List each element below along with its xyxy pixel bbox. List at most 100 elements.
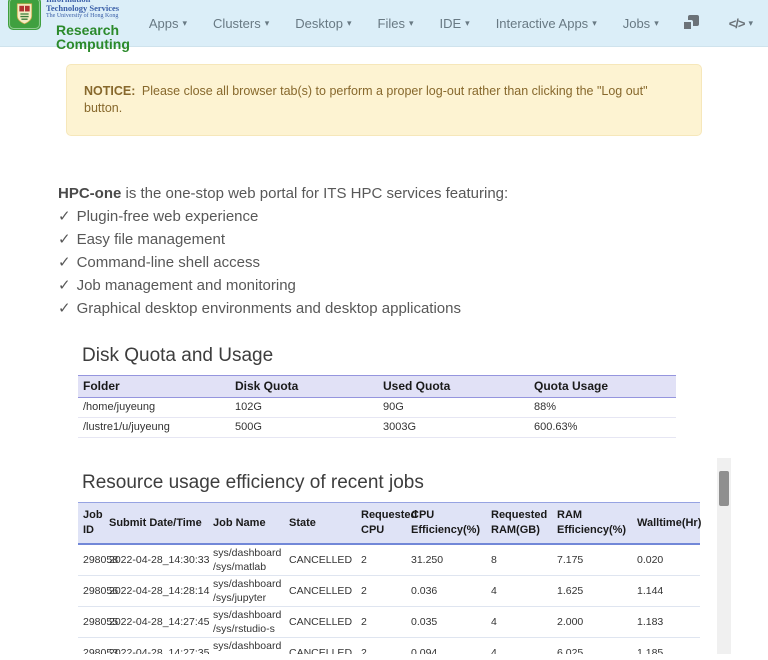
- develop-menu-button[interactable]: </> ▾: [719, 16, 763, 31]
- intro-section: HPC-one is the one-stop web portal for I…: [58, 182, 710, 320]
- table-row: 298055 2022-04-28_14:27:45 sys/dashboard…: [78, 607, 700, 638]
- cell-ram-eff: 1.625: [552, 576, 632, 607]
- nav-item-label: Apps: [149, 16, 179, 31]
- check-icon: ✓: [58, 231, 71, 248]
- cell-state: CANCELLED: [284, 638, 356, 655]
- cell-job-name: sys/dashboard /sys/...: [208, 638, 284, 655]
- col-quota-usage: Quota Usage: [529, 376, 676, 398]
- resource-usage-title: Resource usage efficiency of recent jobs: [82, 472, 731, 494]
- table-row: /lustre1/u/juyeung 500G 3003G 600.63%: [78, 418, 676, 438]
- cell-cpu-eff: 0.094: [406, 638, 486, 655]
- table-row: 298056 2022-04-28_14:28:14 sys/dashboard…: [78, 576, 700, 607]
- cell-used: 90G: [378, 398, 529, 418]
- cell-job-id: 298056: [78, 576, 104, 607]
- hku-logo-icon: [8, 0, 41, 30]
- col-ram-efficiency: RAM Efficiency(%): [552, 503, 632, 545]
- cell-submit: 2022-04-28_14:27:35: [104, 638, 208, 655]
- cell-walltime: 1.144: [632, 576, 700, 607]
- disk-quota-section: Disk Quota and Usage Folder Disk Quota U…: [78, 345, 676, 438]
- chevron-down-icon: ▾: [409, 18, 414, 29]
- feature-list: ✓ Plugin-free web experience ✓ Easy file m…: [58, 205, 710, 320]
- job-name-line1: sys/dashboard: [213, 546, 279, 560]
- col-cpu-efficiency: CPU Efficiency(%): [406, 503, 486, 545]
- notice-label: NOTICE:: [84, 84, 135, 98]
- brand[interactable]: Information Technology Services The Univ…: [8, 0, 130, 51]
- disk-quota-table: Folder Disk Quota Used Quota Quota Usage…: [78, 375, 676, 438]
- cell-cpu-eff: 31.250: [406, 544, 486, 576]
- cell-req-cpu: 2: [356, 607, 406, 638]
- code-icon: </>: [729, 16, 745, 31]
- feature-item: ✓Graphical desktop environments and desk…: [58, 297, 710, 320]
- cell-job-name: sys/dashboard /sys/jupyter: [208, 576, 284, 607]
- nav-item-apps[interactable]: Apps ▾: [136, 16, 200, 31]
- portal-name: HPC-one: [58, 185, 121, 202]
- brand-org-line1: Information Technology Services: [46, 0, 130, 12]
- feature-item: ✓ Easy file management: [58, 228, 710, 251]
- chevron-down-icon: ▾: [749, 18, 754, 29]
- table-header-row: Job ID Submit Date/Time Job Name State R…: [78, 503, 700, 545]
- col-disk-quota: Disk Quota: [230, 376, 378, 398]
- nav-item-jobs[interactable]: Jobs ▾: [610, 16, 672, 31]
- check-icon: ✓: [58, 254, 71, 271]
- feature-text: Job management and monitoring: [77, 277, 296, 294]
- chevron-down-icon: ▾: [654, 18, 659, 29]
- cell-cpu-eff: 0.035: [406, 607, 486, 638]
- cell-cpu-eff: 0.036: [406, 576, 486, 607]
- cell-quota: 102G: [230, 398, 378, 418]
- table-row: 298058 2022-04-28_14:30:33 sys/dashboard…: [78, 544, 700, 576]
- feature-text: Plugin-free web experience: [77, 208, 259, 225]
- cell-submit: 2022-04-28_14:27:45: [104, 607, 208, 638]
- brand-text: Information Technology Services The Univ…: [46, 0, 130, 51]
- cell-state: CANCELLED: [284, 576, 356, 607]
- scrollbar-thumb[interactable]: [719, 471, 729, 506]
- job-name-line2: /sys/jupyter: [213, 591, 279, 605]
- nav-item-files[interactable]: Files ▾: [365, 16, 427, 31]
- interactive-sessions-button[interactable]: [672, 15, 709, 31]
- nav-item-clusters[interactable]: Clusters ▾: [200, 16, 282, 31]
- nav-item-ide[interactable]: IDE ▾: [426, 16, 482, 31]
- nav-item-label: Jobs: [623, 16, 650, 31]
- cell-quota: 500G: [230, 418, 378, 438]
- jobs-table: Job ID Submit Date/Time Job Name State R…: [78, 502, 700, 654]
- cell-folder: /lustre1/u/juyeung: [78, 418, 230, 438]
- cell-walltime: 1.185: [632, 638, 700, 655]
- chevron-down-icon: ▾: [592, 18, 597, 29]
- notice-banner: NOTICE: Please close all browser tab(s) …: [66, 64, 702, 136]
- cell-state: CANCELLED: [284, 544, 356, 576]
- nav-icon-group: </> ▾ ? ▾: [672, 15, 768, 31]
- feature-item: ✓ Plugin-free web experience: [58, 205, 710, 228]
- cell-submit: 2022-04-28_14:30:33: [104, 544, 208, 576]
- cell-state: CANCELLED: [284, 607, 356, 638]
- cell-job-name: sys/dashboard /sys/matlab: [208, 544, 284, 576]
- cell-ram-eff: 7.175: [552, 544, 632, 576]
- notice-text: Please close all browser tab(s) to perfo…: [84, 84, 648, 115]
- chevron-down-icon: ▾: [265, 18, 270, 29]
- col-walltime: Walltime(Hr): [632, 503, 700, 545]
- cell-job-id: 298055: [78, 607, 104, 638]
- stacked-windows-icon: [682, 15, 699, 31]
- job-name-line1: sys/dashboard: [213, 608, 279, 622]
- feature-text: Easy file management: [77, 231, 225, 248]
- cell-job-name: sys/dashboard /sys/rstudio-s: [208, 607, 284, 638]
- cell-ram-eff: 2.000: [552, 607, 632, 638]
- col-job-id: Job ID: [78, 503, 104, 545]
- vertical-scrollbar[interactable]: [717, 458, 731, 654]
- feature-text: Graphical desktop environments and deskt…: [77, 300, 461, 317]
- job-name-line2: /sys/...: [213, 653, 279, 654]
- cell-usage: 88%: [529, 398, 676, 418]
- cell-submit: 2022-04-28_14:28:14: [104, 576, 208, 607]
- nav-item-label: Files: [378, 16, 405, 31]
- nav-item-interactive-apps[interactable]: Interactive Apps ▾: [483, 16, 610, 31]
- check-icon: ✓: [58, 208, 71, 225]
- job-name-line1: sys/dashboard: [213, 639, 279, 653]
- col-state: State: [284, 503, 356, 545]
- table-header-row: Folder Disk Quota Used Quota Quota Usage: [78, 376, 676, 398]
- job-name-line1: sys/dashboard: [213, 577, 279, 591]
- cell-req-ram: 4: [486, 638, 552, 655]
- cell-walltime: 1.183: [632, 607, 700, 638]
- nav-item-label: Interactive Apps: [496, 16, 589, 31]
- nav-item-desktop[interactable]: Desktop ▾: [282, 16, 364, 31]
- chevron-down-icon: ▾: [465, 18, 470, 29]
- cell-req-ram: 4: [486, 607, 552, 638]
- disk-quota-title: Disk Quota and Usage: [82, 345, 676, 367]
